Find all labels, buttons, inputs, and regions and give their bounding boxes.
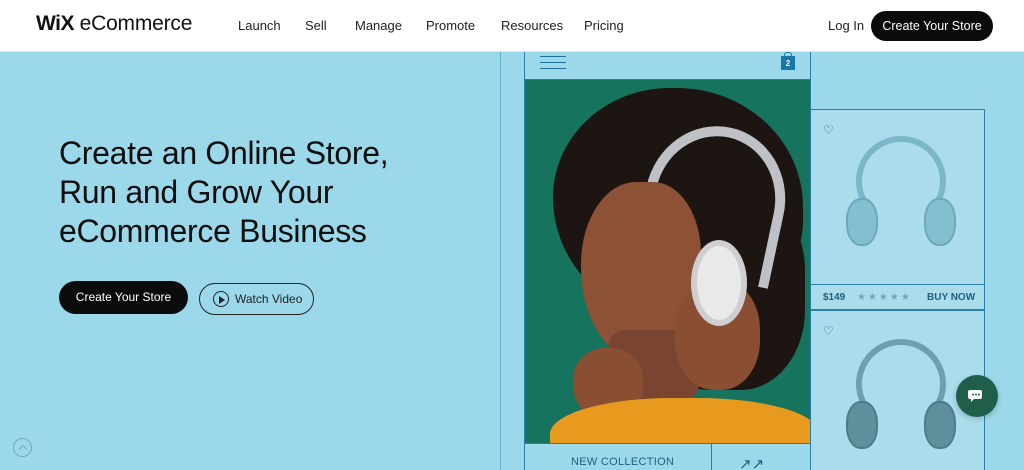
wix-ecommerce-logo[interactable]: WiX eCommerce xyxy=(36,12,192,36)
mockup-topbar: 2 xyxy=(525,52,810,80)
hero-title: Create an Online Store, Run and Grow You… xyxy=(59,134,479,251)
hamburger-menu-icon[interactable] xyxy=(540,56,566,70)
heart-icon[interactable]: ♡ xyxy=(823,124,834,136)
top-header: WiX eCommerce Launch Sell Manage Promote… xyxy=(0,0,1024,52)
chat-button[interactable] xyxy=(956,375,998,417)
product-price-row: $149 ★★★★★ BUY NOW xyxy=(811,284,984,310)
headphones-product-image xyxy=(846,339,956,459)
store-mockup: 2 NEW COLLECTION ↗↗ xyxy=(524,52,811,470)
shopping-bag-icon[interactable]: 2 xyxy=(781,52,795,70)
new-collection-link[interactable]: NEW COLLECTION xyxy=(571,456,674,468)
login-link[interactable]: Log In xyxy=(828,0,864,52)
create-store-button[interactable]: Create Your Store xyxy=(59,281,188,314)
heart-icon[interactable]: ♡ xyxy=(823,325,834,337)
nav-pricing[interactable]: Pricing xyxy=(584,0,624,52)
watch-video-label: Watch Video xyxy=(235,292,303,306)
nav-sell[interactable]: Sell xyxy=(305,0,327,52)
nav-manage[interactable]: Manage xyxy=(355,0,402,52)
watch-video-button[interactable]: Watch Video xyxy=(199,283,314,315)
mockup-bottombar: NEW COLLECTION ↗↗ xyxy=(525,443,810,470)
hero-title-line-1: Create an Online Store, xyxy=(59,135,389,171)
header-create-store-button[interactable]: Create Your Store xyxy=(871,11,993,41)
hero-title-line-2: Run and Grow Your xyxy=(59,174,334,210)
nav-promote[interactable]: Promote xyxy=(426,0,475,52)
scroll-up-icon[interactable] xyxy=(13,438,32,457)
woman-with-headphones-image xyxy=(525,80,810,443)
chat-bubbles-icon xyxy=(968,390,982,402)
headphones-product-image xyxy=(846,136,956,256)
nav-resources[interactable]: Resources xyxy=(501,0,563,52)
mockup-divider xyxy=(500,52,501,470)
expand-arrows-icon[interactable]: ↗↗ xyxy=(739,455,764,470)
play-icon xyxy=(213,291,229,307)
buy-now-button[interactable]: BUY NOW xyxy=(927,285,975,310)
product-price: $149 xyxy=(823,292,846,303)
rating-stars-icon: ★★★★★ xyxy=(857,292,912,303)
nav-launch[interactable]: Launch xyxy=(238,0,281,52)
hero-title-line-3: eCommerce Business xyxy=(59,213,367,249)
product-card[interactable]: ♡ $149 ★★★★★ BUY NOW xyxy=(810,109,985,310)
